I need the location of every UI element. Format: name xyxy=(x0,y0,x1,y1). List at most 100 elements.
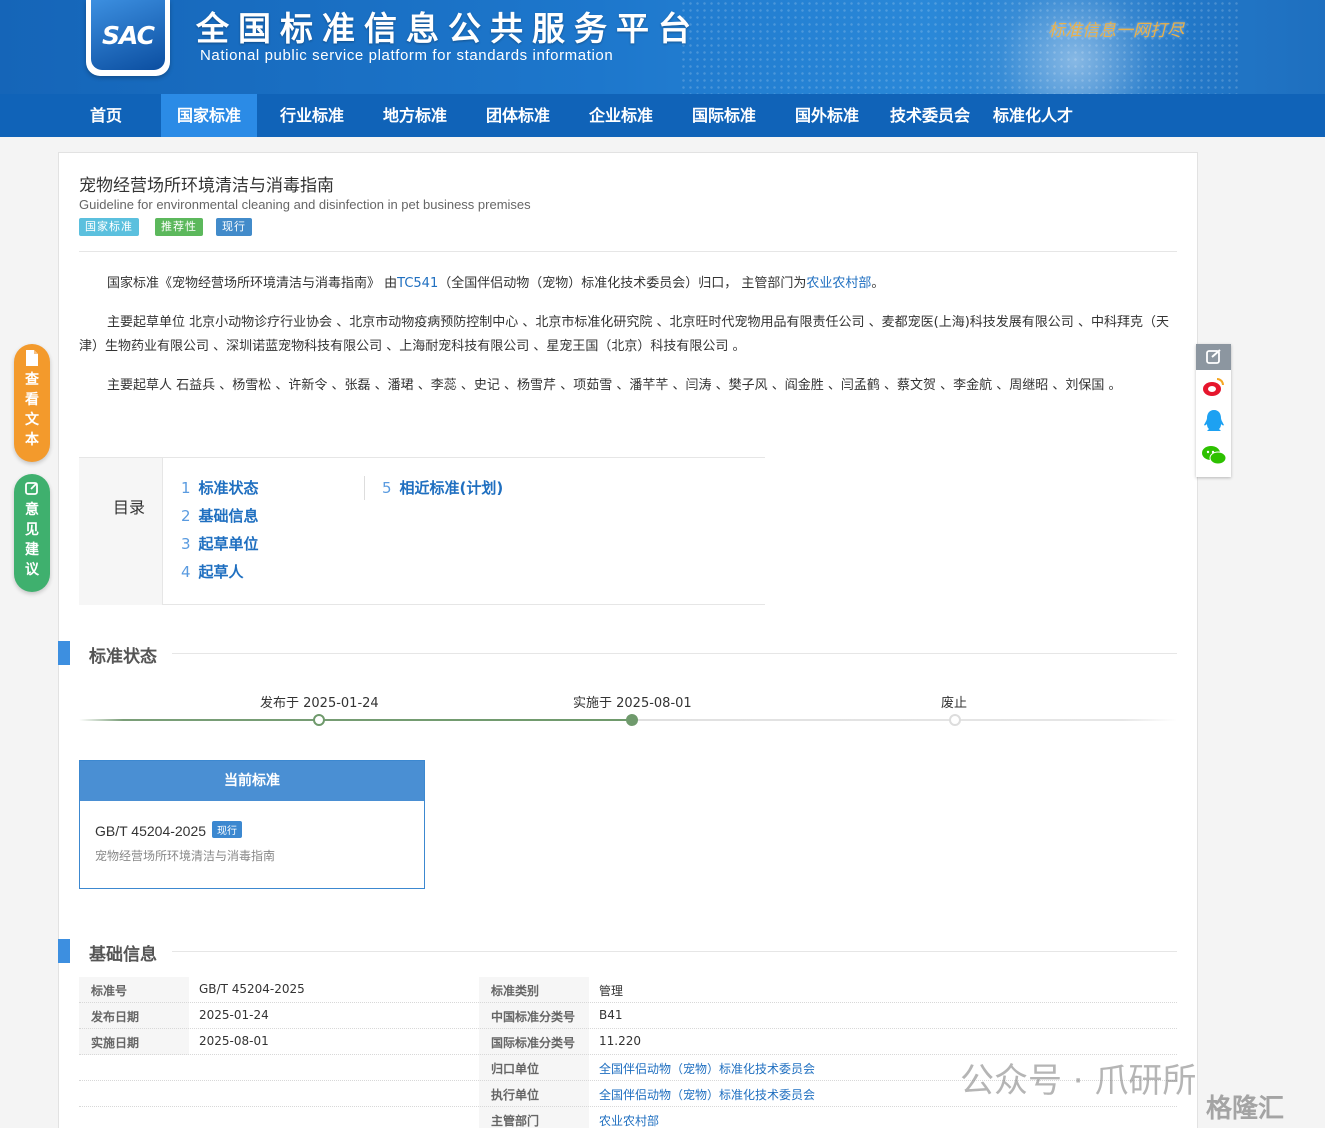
current-standard-code[interactable]: GB/T 45204-2025 现行 xyxy=(95,821,243,839)
toc-item-basic[interactable]: 2 基础信息 xyxy=(181,505,259,526)
current-standard-box[interactable]: 当前标准 GB/T 45204-2025 现行 宠物经营场所环境清洁与消毒指南 xyxy=(79,760,425,889)
toc-num: 5 xyxy=(382,479,392,497)
timeline-label-published: 发布于 2025-01-24 xyxy=(260,696,379,711)
tag-national-standard: 国家标准 xyxy=(79,218,139,236)
info-row: 发布日期 2025-01-24 中国标准分类号 B41 xyxy=(79,1003,1177,1029)
standard-title-cn: 宠物经营场所环境清洁与消毒指南 xyxy=(79,176,334,196)
feedback-label: 意见建议 xyxy=(25,502,39,578)
info-value: 11.220 xyxy=(599,1034,641,1048)
info-key: 执行单位 xyxy=(491,1088,540,1102)
toc-num: 3 xyxy=(181,535,191,553)
executor-link[interactable]: 全国伴侣动物（宠物）标准化技术委员会 xyxy=(599,1086,815,1103)
toc-label-cell: 目录 xyxy=(79,458,163,605)
section-rule xyxy=(172,653,1177,654)
nav-group-standard[interactable]: 团体标准 xyxy=(470,94,566,137)
info-key: 标准号 xyxy=(91,984,128,998)
section-title-status: 标准状态 xyxy=(89,647,157,667)
wechat-watermark: 公众号 · 爪研所 xyxy=(960,1061,1197,1101)
toc-item-drafting-units[interactable]: 3 起草单位 xyxy=(181,533,259,554)
nav-foreign-standard[interactable]: 国外标准 xyxy=(779,94,875,137)
committee-link[interactable]: 全国伴侣动物（宠物）标准化技术委员会 xyxy=(599,1060,815,1077)
toc-text: 基础信息 xyxy=(198,507,259,525)
timeline-label-implemented: 实施于 2025-08-01 xyxy=(573,696,692,711)
brand-watermark: 格隆汇 xyxy=(1206,1094,1285,1124)
table-of-contents: 目录 1 标准状态 2 基础信息 3 起草单位 4 起草人 5 相近标准(计划) xyxy=(79,457,765,605)
document-icon xyxy=(26,350,38,366)
info-key: 主管部门 xyxy=(491,1114,540,1128)
feedback-button[interactable]: 意见建议 xyxy=(14,474,50,592)
toc-text: 起草单位 xyxy=(198,535,259,553)
tag-recommended: 推荐性 xyxy=(155,218,203,236)
timeline-label-abolished: 废止 xyxy=(941,696,968,711)
section-marker xyxy=(58,939,70,963)
intro-paragraph-1: 国家标准《宠物经营场所环境清洁与消毒指南》 由TC541（全国伴侣动物（宠物）标… xyxy=(79,272,1177,296)
nav-industry-standard[interactable]: 行业标准 xyxy=(264,94,360,137)
nav-national-standard[interactable]: 国家标准 xyxy=(161,94,257,137)
timeline-dot-implemented xyxy=(626,714,638,726)
nav-tech-committee[interactable]: 技术委员会 xyxy=(882,94,978,137)
site-subtitle: National public service platform for sta… xyxy=(200,47,614,64)
info-row: 主管部门 农业农村部 xyxy=(79,1107,1177,1128)
nav-local-standard[interactable]: 地方标准 xyxy=(367,94,463,137)
info-key: 发布日期 xyxy=(91,1010,140,1024)
site-slogan: 标准信息一网打尽 xyxy=(1048,21,1184,41)
header-glow xyxy=(945,0,1205,94)
toc-text: 标准状态 xyxy=(198,479,259,497)
dept-link[interactable]: 农业农村部 xyxy=(806,276,871,291)
toc-divider xyxy=(364,476,365,500)
intro-paragraph-2: 主要起草单位 北京小动物诊疗行业协会 、北京市动物疫病预防控制中心 、北京市标准… xyxy=(79,315,1169,354)
timeline-dot-published xyxy=(313,714,325,726)
section-title-basic: 基础信息 xyxy=(89,945,157,965)
intro-text-end: 。 xyxy=(871,276,885,291)
edit-icon xyxy=(25,482,38,495)
info-key: 标准类别 xyxy=(491,984,540,998)
view-text-button[interactable]: 查看文本 xyxy=(14,344,50,462)
info-row: 实施日期 2025-08-01 国际标准分类号 11.220 xyxy=(79,1029,1177,1055)
department-link[interactable]: 农业农村部 xyxy=(599,1112,659,1128)
sac-logo[interactable]: SAC xyxy=(86,0,170,76)
title-divider xyxy=(79,251,1177,252)
timeline-pending xyxy=(632,719,1177,721)
current-standard-name: 宠物经营场所环境清洁与消毒指南 xyxy=(95,849,276,863)
share-toggle[interactable] xyxy=(1196,344,1231,370)
nav-talent[interactable]: 标准化人才 xyxy=(985,94,1081,137)
toc-num: 4 xyxy=(181,563,191,581)
intro-paragraph-3: 主要起草人 石益兵 、杨雪松 、许新令 、张磊 、潘珺 、李蕊 、史记 、杨雪芹… xyxy=(107,378,1122,393)
nav-home[interactable]: 首页 xyxy=(72,94,140,137)
toc-num: 2 xyxy=(181,507,191,525)
info-key: 实施日期 xyxy=(91,1036,140,1050)
standard-title-en: Guideline for environmental cleaning and… xyxy=(79,197,531,212)
info-value: GB/T 45204-2025 xyxy=(199,982,305,996)
section-rule xyxy=(172,951,1177,952)
intro-text-a: 国家标准《宠物经营场所环境清洁与消毒指南》 由 xyxy=(107,276,398,291)
info-key: 国际标准分类号 xyxy=(491,1036,576,1050)
view-text-label: 查看文本 xyxy=(25,372,39,448)
share-bar xyxy=(1196,344,1231,477)
nav-enterprise-standard[interactable]: 企业标准 xyxy=(573,94,669,137)
info-value: 2025-08-01 xyxy=(199,1034,269,1048)
toc-label: 目录 xyxy=(113,498,146,517)
toc-text: 相近标准(计划) xyxy=(399,479,504,497)
current-status-badge: 现行 xyxy=(212,821,243,838)
info-key: 归口单位 xyxy=(491,1062,540,1076)
logo-text: SAC xyxy=(91,0,165,70)
toc-item-status[interactable]: 1 标准状态 xyxy=(181,477,259,498)
current-standard-head: 当前标准 xyxy=(80,761,424,801)
tag-current: 现行 xyxy=(216,218,252,236)
info-value: 管理 xyxy=(599,984,624,998)
info-value: B41 xyxy=(599,1008,623,1022)
info-row: 标准号 GB/T 45204-2025 标准类别 管理 xyxy=(79,977,1177,1003)
main-nav: 首页 国家标准 行业标准 地方标准 团体标准 企业标准 国际标准 国外标准 技术… xyxy=(0,94,1325,137)
nav-international-standard[interactable]: 国际标准 xyxy=(676,94,772,137)
site-header: SAC 全国标准信息公共服务平台 National public service… xyxy=(0,0,1325,94)
current-code-text: GB/T 45204-2025 xyxy=(95,823,207,839)
tc541-link[interactable]: TC541 xyxy=(397,276,438,291)
weibo-icon[interactable] xyxy=(1202,376,1226,398)
toc-item-similar[interactable]: 5 相近标准(计划) xyxy=(382,477,503,498)
toc-item-drafters[interactable]: 4 起草人 xyxy=(181,561,244,582)
info-value: 2025-01-24 xyxy=(199,1008,269,1022)
site-title: 全国标准信息公共服务平台 xyxy=(196,9,700,48)
qq-icon[interactable] xyxy=(1202,409,1226,435)
wechat-icon[interactable] xyxy=(1201,444,1227,466)
timeline-dot-abolished xyxy=(949,714,961,726)
